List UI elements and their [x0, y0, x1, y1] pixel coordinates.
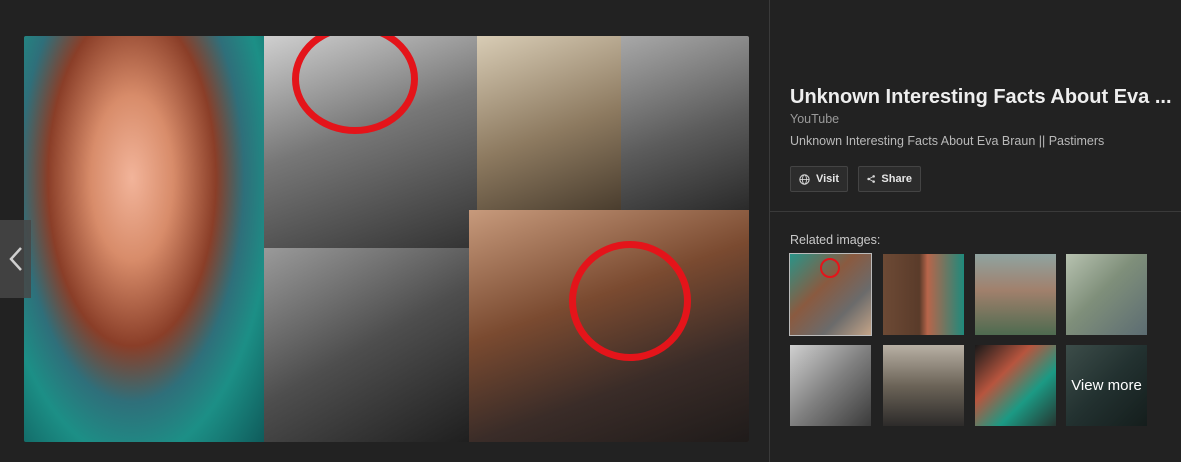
related-image-thumbnail[interactable] [975, 345, 1056, 426]
related-image-thumbnail[interactable] [789, 253, 872, 336]
image-panel-portrait [24, 36, 264, 442]
visit-label: Visit [815, 173, 839, 185]
globe-icon [799, 173, 810, 185]
image-panel-girls [477, 36, 621, 210]
image-title[interactable]: Unknown Interesting Facts About Eva ... [790, 86, 1181, 109]
thumbnail-image [975, 345, 1056, 426]
view-more-label: View more [1066, 345, 1147, 426]
thumbnail-image [883, 345, 964, 426]
image-panel-soldiers [264, 248, 469, 442]
image-panel-officer [621, 36, 749, 210]
section-divider [770, 211, 1181, 212]
related-image-thumbnail[interactable] [975, 254, 1056, 335]
thumbnail-image [790, 345, 871, 426]
highlight-circle [820, 258, 840, 278]
thumbnail-image [1066, 254, 1147, 335]
panel-divider [769, 0, 770, 462]
related-image-thumbnail[interactable] [1066, 254, 1147, 335]
related-image-thumbnail[interactable] [883, 345, 964, 426]
related-image-thumbnail[interactable] [790, 345, 871, 426]
highlight-circle-bottom [569, 241, 691, 361]
image-source: YouTube [790, 112, 840, 126]
visit-button[interactable]: Visit [790, 166, 848, 192]
view-more-thumbnail[interactable]: View more [1066, 345, 1147, 426]
chevron-left-icon [8, 247, 22, 271]
previous-image-button[interactable] [0, 220, 31, 298]
related-images-label: Related images: [790, 233, 881, 247]
image-description: Unknown Interesting Facts About Eva Brau… [790, 134, 1105, 148]
thumbnail-image [883, 254, 964, 335]
related-image-thumbnail[interactable] [883, 254, 964, 335]
share-icon [867, 175, 875, 183]
thumbnail-image [975, 254, 1056, 335]
main-image[interactable] [24, 36, 749, 442]
share-label: Share [881, 173, 912, 185]
share-button[interactable]: Share [858, 166, 921, 192]
